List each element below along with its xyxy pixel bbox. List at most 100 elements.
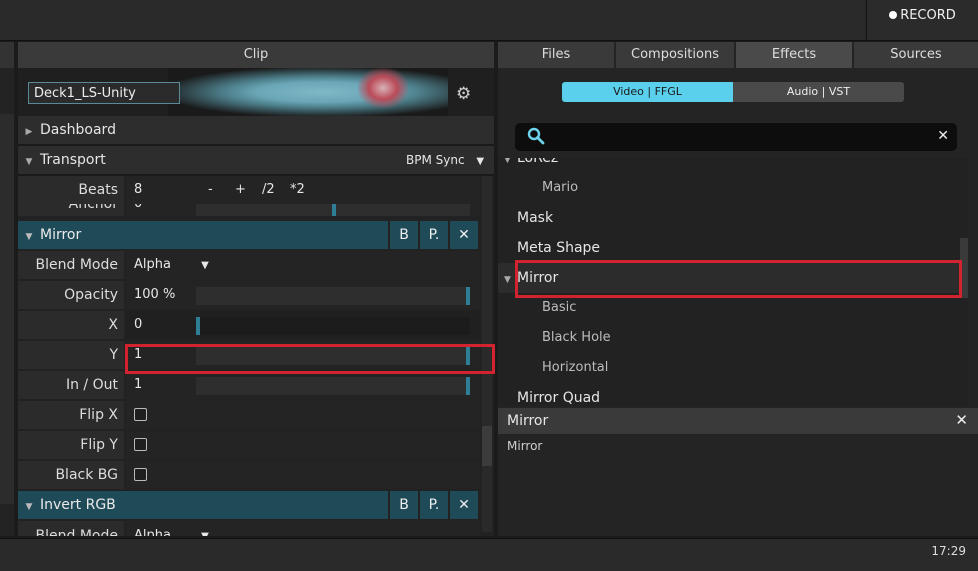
- deck-name-field[interactable]: Deck1_LS-Unity: [28, 82, 180, 104]
- tree-item-mario[interactable]: Mario: [498, 173, 960, 203]
- tab-effects[interactable]: Effects: [736, 42, 852, 68]
- tab-files[interactable]: Files: [498, 42, 614, 68]
- in-out-row: In / Out 1: [18, 371, 480, 399]
- gear-icon[interactable]: ⚙: [456, 84, 471, 104]
- search-icon: [527, 127, 545, 150]
- invert-blend-dropdown[interactable]: Alpha ▼: [126, 521, 480, 536]
- close-icon[interactable]: ✕: [955, 411, 968, 429]
- expand-down-icon: ▼: [25, 232, 33, 242]
- invert-blend-row: Blend Mode Alpha ▼: [18, 521, 480, 536]
- flip-y-checkbox[interactable]: [134, 438, 147, 451]
- y-highlight-box: [125, 344, 495, 374]
- mirror-preset-button[interactable]: P.: [420, 221, 448, 249]
- mirror-effect-header[interactable]: ▼ Mirror: [18, 221, 388, 249]
- anchor-slider[interactable]: [196, 204, 470, 216]
- video-ffgl-toggle[interactable]: Video | FFGL: [562, 82, 733, 102]
- dashboard-section[interactable]: ▶ Dashboard: [18, 116, 494, 144]
- param-label: Flip Y: [18, 431, 124, 459]
- clock: 17:29: [931, 544, 966, 558]
- bpm-sync-label: BPM Sync: [406, 153, 465, 167]
- beats-minus-button[interactable]: -: [208, 182, 213, 197]
- param-label: Blend Mode: [18, 251, 124, 279]
- tab-compositions[interactable]: Compositions: [616, 42, 734, 68]
- tree-item-lorez[interactable]: ▼ LoRez: [498, 158, 960, 173]
- invert-preset-button[interactable]: P.: [420, 491, 448, 519]
- slider-knob[interactable]: [466, 287, 470, 305]
- slider-knob[interactable]: [196, 317, 200, 335]
- clip-panel: Clip Deck1_LS-Unity ⚙ ▶ Dashboard ▼ Transp…: [18, 42, 494, 536]
- anchor-row: Anchor 0: [18, 204, 480, 216]
- blend-mode-dropdown[interactable]: Alpha ▼: [126, 251, 480, 279]
- beats-half-button[interactable]: /2: [262, 182, 275, 197]
- blend-mode-row: Blend Mode Alpha ▼: [18, 251, 480, 279]
- invert-remove-button[interactable]: ✕: [450, 491, 478, 519]
- mirror-bypass-button[interactable]: B: [390, 221, 418, 249]
- chevron-down-icon: ▼: [201, 260, 209, 271]
- param-label: Black BG: [18, 461, 124, 489]
- beats-row: Beats 8 - + /2 *2: [18, 176, 480, 204]
- mirror-remove-button[interactable]: ✕: [450, 221, 478, 249]
- clip-panel-title: Clip: [18, 42, 494, 68]
- in-out-slider[interactable]: [196, 377, 470, 395]
- black-bg-row: Black BG: [18, 461, 480, 489]
- black-bg-checkbox[interactable]: [134, 468, 147, 481]
- flip-x-checkbox[interactable]: [134, 408, 147, 421]
- x-row: X 0: [18, 311, 480, 339]
- top-bar: [0, 0, 978, 41]
- effect-info-description: Mirror: [507, 439, 543, 453]
- flip-x-cell: [126, 401, 480, 429]
- slider-knob[interactable]: [466, 377, 470, 395]
- effect-info-header: Mirror: [498, 408, 978, 434]
- opacity-row: Opacity 100 %: [18, 281, 480, 309]
- chevron-down-icon: ▼: [476, 156, 485, 167]
- bpm-sync-dropdown[interactable]: BPM Sync ▼: [406, 146, 484, 176]
- invert-bypass-button[interactable]: B: [390, 491, 418, 519]
- beats-plus-button[interactable]: +: [235, 182, 246, 197]
- expand-right-icon: ▶: [25, 127, 33, 137]
- param-label: Opacity: [18, 281, 124, 309]
- x-slider[interactable]: [196, 317, 470, 335]
- record-dot-icon: [889, 11, 898, 19]
- search-input[interactable]: ✕: [515, 123, 957, 151]
- clip-thumbnail-glow: [358, 68, 408, 108]
- audio-vst-toggle[interactable]: Audio | VST: [733, 82, 904, 102]
- left-panel-body: [0, 114, 14, 504]
- invert-rgb-effect-header[interactable]: ▼ Invert RGB: [18, 491, 388, 519]
- beats-label: Beats: [18, 176, 124, 204]
- tab-sources[interactable]: Sources: [854, 42, 978, 68]
- flip-y-row: Flip Y: [18, 431, 480, 459]
- close-icon[interactable]: ✕: [937, 128, 949, 144]
- mirror-highlight-box: [515, 260, 962, 298]
- param-label: Flip X: [18, 401, 124, 429]
- beats-double-button[interactable]: *2: [290, 182, 305, 197]
- tree-item-mirror-quad[interactable]: Mirror Quad: [498, 383, 960, 406]
- scrollbar-thumb[interactable]: [482, 426, 492, 466]
- record-button[interactable]: RECORD: [866, 0, 978, 40]
- tree-item-horizontal[interactable]: Horizontal: [498, 353, 960, 383]
- tree-item-black-hole[interactable]: Black Hole: [498, 323, 960, 353]
- mirror-effect-name: Mirror: [40, 227, 82, 243]
- left-panel-edge: [0, 42, 14, 536]
- chevron-down-icon: ▼: [201, 531, 209, 536]
- param-label: X: [18, 311, 124, 339]
- invert-rgb-name: Invert RGB: [40, 497, 116, 513]
- dashboard-label: Dashboard: [40, 122, 116, 138]
- opacity-slider[interactable]: [196, 287, 470, 305]
- param-label: Y: [18, 341, 124, 369]
- record-label: RECORD: [900, 8, 956, 23]
- param-label: Blend Mode: [18, 521, 124, 536]
- black-bg-cell: [126, 461, 480, 489]
- status-bar: [0, 538, 978, 571]
- param-label: In / Out: [18, 371, 124, 399]
- expand-down-icon: ▼: [25, 502, 33, 512]
- slider-knob[interactable]: [332, 204, 336, 216]
- flip-y-cell: [126, 431, 480, 459]
- anchor-label: Anchor: [18, 204, 124, 216]
- transport-section[interactable]: ▼ Transport BPM Sync ▼: [18, 146, 494, 174]
- flip-x-row: Flip X: [18, 401, 480, 429]
- left-panel-header: [0, 42, 14, 68]
- expand-down-icon: ▼: [25, 157, 33, 167]
- transport-label: Transport: [40, 152, 106, 168]
- tree-item-mask[interactable]: Mask: [498, 203, 960, 233]
- tree-item-meta-shape[interactable]: Meta Shape: [498, 233, 960, 263]
